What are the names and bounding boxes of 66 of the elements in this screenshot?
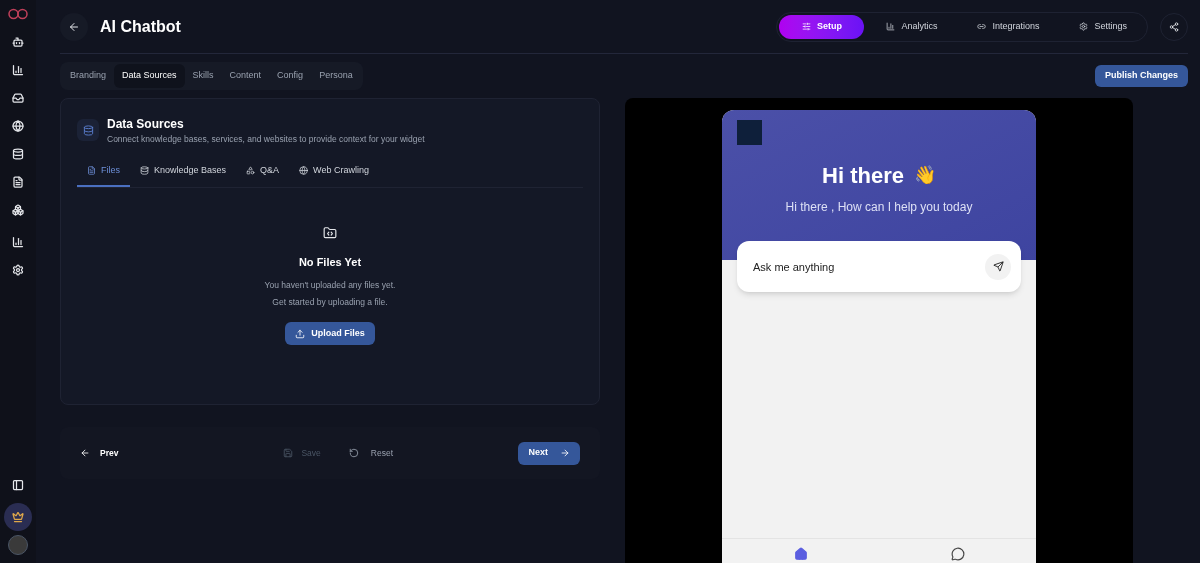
section-tab[interactable]: Persona [311,64,361,88]
source-tab[interactable]: Knowledge Bases [130,163,237,188]
back-button[interactable] [60,12,88,41]
globe-icon [299,166,309,175]
database-icon [12,148,24,160]
ask-field[interactable]: Ask me anything [737,241,1021,292]
nav-tab[interactable]: Setup [779,14,865,39]
upload-icon [295,328,306,339]
greeting-title: Hi there [822,162,904,190]
card-title: Data Sources [107,116,185,133]
source-tab[interactable]: Q&A [236,163,290,188]
sidebar-item[interactable] [4,503,32,531]
link-icon [977,22,987,31]
next-button[interactable]: Next [518,441,580,465]
publish-button[interactable]: Publish Changes [1095,65,1188,87]
nav-tab[interactable]: Analytics [868,14,956,39]
globe-icon [12,120,24,132]
section-tab[interactable]: Content [221,64,270,88]
section-tab[interactable]: Config [269,64,312,88]
shapes-icon [246,166,256,175]
chat-bubble-icon [950,547,965,561]
settings-icon [1079,22,1089,31]
logo-icon [8,8,28,20]
section-tab[interactable]: Skills [184,64,222,88]
page-title: AI Chatbot [100,16,181,37]
bar-chart-icon [12,236,24,248]
document-icon [87,166,96,175]
upload-button[interactable]: Upload Files [285,322,375,346]
sliders-icon [801,22,811,31]
empty-title: No Files Yet [298,255,362,271]
panel-icon [12,479,24,491]
section-tab[interactable]: Branding [62,64,115,88]
reset-button[interactable]: Reset [348,446,394,460]
database-icon [140,166,149,175]
back-arrow-icon [68,20,80,33]
source-tab[interactable]: Web Crawling [289,163,379,188]
wave-emoji: 👋 [913,164,936,187]
crown-icon [12,511,24,523]
nav-tab[interactable]: Integrations [959,14,1058,39]
greeting-subtitle: Hi there , How can I help you today [784,199,974,216]
section-tab[interactable]: Data Sources [114,64,185,88]
inbox-icon [12,92,24,104]
bar-chart-icon [12,64,24,76]
settings-icon [12,264,24,276]
bar-chart-icon [886,22,896,31]
arrow-left-icon [80,448,90,458]
prev-button[interactable]: Prev [80,446,119,460]
arrow-right-icon [560,448,570,458]
share-icon [1169,21,1179,32]
reset-icon [348,448,359,458]
send-button[interactable] [985,253,1011,280]
empty-message: Get started by uploading a file. [272,295,388,309]
bot-avatar [737,120,762,145]
document-icon [12,176,24,188]
folder-icon [323,226,337,241]
empty-message: You haven't uploaded any files yet. [264,278,396,292]
source-tab[interactable]: Files [77,163,130,188]
message-input[interactable]: Ask me anything [753,241,985,292]
home-icon [793,547,808,561]
send-icon [992,261,1004,272]
database-icon [82,124,94,136]
nav-tab[interactable]: Settings [1061,14,1145,39]
card-subtitle: Connect knowledge bases, services, and websites to provide context for your widget [107,133,425,146]
boxes-icon [12,204,24,216]
robot-icon [12,36,24,48]
save-icon [283,448,294,458]
